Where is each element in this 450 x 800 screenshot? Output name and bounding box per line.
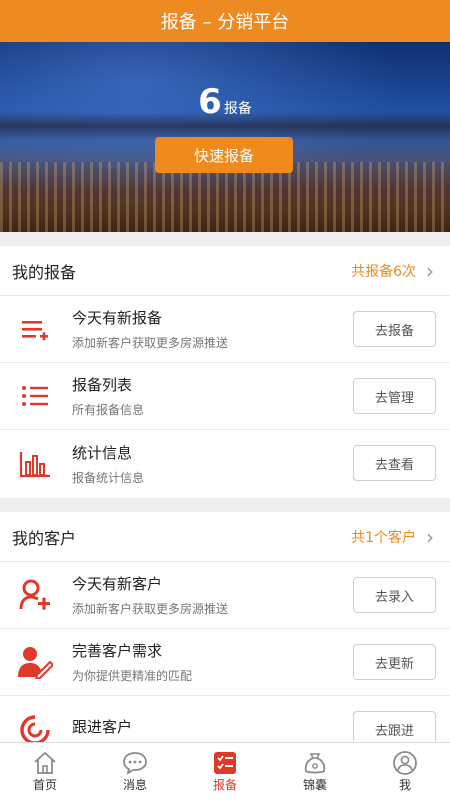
page-title: 报备 – 分销平台 (160, 12, 290, 33)
report-icon (212, 750, 238, 776)
enter-customer-button[interactable]: 去录入 (353, 577, 436, 613)
tab-label: 报备 (212, 778, 237, 792)
my-reports-summary-link[interactable]: 共报备6次 › (351, 261, 434, 281)
add-list-icon (12, 309, 58, 349)
tab-home[interactable]: 首页 (0, 743, 90, 800)
chevron-right-icon: › (426, 258, 434, 283)
my-customers-header[interactable]: 我的客户 共1个客户 › (0, 512, 450, 562)
report-count: 6 报备 (0, 82, 450, 122)
pouch-icon (302, 750, 328, 776)
list-item-report-list: 报备列表 所有报备信息 去管理 (0, 363, 450, 430)
tab-label: 消息 (122, 778, 147, 792)
message-icon (122, 750, 148, 776)
my-customers-title: 我的客户 (12, 528, 77, 548)
manage-button[interactable]: 去管理 (353, 378, 436, 414)
chevron-right-icon: › (426, 524, 434, 549)
tab-label: 锦囊 (302, 778, 327, 792)
user-icon (392, 750, 418, 776)
my-customers-summary-link[interactable]: 共1个客户 › (351, 527, 434, 547)
my-reports-summary: 共报备6次 (351, 263, 416, 280)
tab-messages[interactable]: 消息 (90, 743, 180, 800)
list-item-complete-needs: 完善客户需求 为你提供更精准的匹配 去更新 (0, 629, 450, 696)
quick-report-button[interactable]: 快速报备 (155, 137, 293, 173)
home-icon (32, 750, 58, 776)
tab-pouch[interactable]: 锦囊 (270, 743, 360, 800)
my-reports-card: 我的报备 共报备6次 › 今天有新报备 添加新客户获取更多房源推送 去报备 报备… (0, 246, 450, 498)
go-report-button[interactable]: 去报备 (353, 311, 436, 347)
follow-up-button[interactable]: 去跟进 (353, 711, 436, 742)
title-bar: 报备 – 分销平台 (0, 0, 450, 42)
report-count-unit: 报备 (223, 101, 252, 117)
report-count-number: 6 (198, 82, 222, 122)
tab-me[interactable]: 我 (360, 743, 450, 800)
edit-user-icon (12, 642, 58, 682)
list-icon (12, 376, 58, 416)
my-customers-summary: 共1个客户 (351, 529, 416, 546)
follow-up-icon (12, 710, 58, 742)
bar-chart-icon (12, 444, 58, 484)
my-customers-card: 我的客户 共1个客户 › 今天有新客户 添加新客户获取更多房源推送 去录入 完善… (0, 512, 450, 742)
list-item-follow-up: 跟进客户 去跟进 (0, 696, 450, 742)
bottom-tab-bar: 首页 消息 报备 锦囊 我 (0, 742, 450, 800)
view-button[interactable]: 去查看 (353, 445, 436, 481)
my-reports-header[interactable]: 我的报备 共报备6次 › (0, 246, 450, 296)
tab-label: 首页 (32, 778, 57, 792)
list-item-statistics: 统计信息 报备统计信息 去查看 (0, 430, 450, 497)
list-item-new-report: 今天有新报备 添加新客户获取更多房源推送 去报备 (0, 296, 450, 363)
hero-banner: 6 报备 快速报备 (0, 42, 450, 232)
update-button[interactable]: 去更新 (353, 644, 436, 680)
add-user-icon (12, 575, 58, 615)
tab-label: 我 (398, 778, 411, 792)
my-reports-title: 我的报备 (12, 262, 77, 282)
tab-report[interactable]: 报备 (180, 743, 270, 800)
list-item-new-customer: 今天有新客户 添加新客户获取更多房源推送 去录入 (0, 562, 450, 629)
